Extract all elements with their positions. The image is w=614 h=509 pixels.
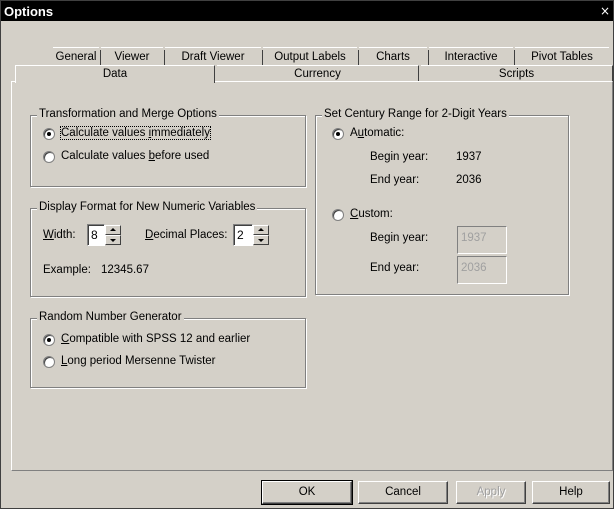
tab-scripts[interactable]: Scripts — [421, 65, 613, 81]
custom-begin-year-input[interactable]: 1937 — [457, 226, 507, 254]
options-dialog: Options × General Viewer Draft Viewer Ou… — [0, 0, 614, 509]
apply-button[interactable]: Apply — [456, 481, 526, 504]
close-icon[interactable]: × — [599, 4, 611, 18]
tab-draft-viewer[interactable]: Draft Viewer — [165, 47, 263, 67]
radio-label: Custom: — [350, 208, 393, 220]
group-title: Transformation and Merge Options — [37, 108, 219, 120]
tab-label: Interactive — [444, 51, 498, 63]
tab-label: Currency — [294, 68, 341, 80]
decimal-up-button[interactable] — [253, 225, 269, 235]
tab-currency[interactable]: Currency — [217, 65, 419, 81]
radio-indicator — [43, 128, 55, 140]
cancel-button[interactable]: Cancel — [358, 481, 448, 504]
width-label: Width: — [43, 229, 76, 241]
radio-indicator — [43, 334, 55, 346]
tab-pivot-tables[interactable]: Pivot Tables — [515, 47, 609, 67]
tab-label: General — [55, 51, 97, 63]
custom-begin-year-label: Begin year: — [370, 232, 429, 244]
end-year-label: End year: — [370, 174, 420, 186]
radio-label: Long period Mersenne Twister — [61, 355, 216, 367]
tab-label: Draft Viewer — [181, 51, 245, 63]
width-up-button[interactable] — [105, 225, 121, 235]
tab-label: Viewer — [114, 51, 150, 63]
decimal-places-label: Decimal Places: — [145, 229, 228, 241]
radio-label: Automatic: — [350, 127, 405, 139]
example-value: 12345.67 — [101, 264, 149, 276]
window-title: Options — [4, 4, 54, 19]
decimal-places-input[interactable]: 2 — [233, 224, 253, 246]
help-button[interactable]: Help — [532, 481, 610, 504]
random-number-group: Random Number Generator Compatible with … — [30, 311, 306, 388]
tab-label: Charts — [376, 51, 410, 63]
tab-label: Data — [102, 68, 128, 80]
radio-indicator — [43, 356, 55, 368]
tab-charts[interactable]: Charts — [359, 47, 429, 67]
tab-label: Output Labels — [274, 51, 346, 63]
group-title: Random Number Generator — [37, 311, 184, 323]
tab-viewer[interactable]: Viewer — [101, 47, 165, 67]
group-title: Display Format for New Numeric Variables — [37, 201, 258, 213]
radio-label: Calculate values immediately — [60, 126, 211, 140]
radio-label: Compatible with SPSS 12 and earlier — [61, 333, 251, 345]
custom-end-year-label: End year: — [370, 262, 420, 274]
width-input[interactable]: 8 — [87, 224, 105, 246]
tab-general[interactable]: General — [53, 47, 101, 67]
end-year-value: 2036 — [456, 174, 482, 186]
decimal-places-spinner[interactable]: 2 — [233, 224, 271, 246]
tab-interactive[interactable]: Interactive — [429, 47, 515, 67]
example-label: Example: — [43, 264, 91, 276]
tab-output-labels[interactable]: Output Labels — [263, 47, 359, 67]
group-title: Set Century Range for 2-Digit Years — [322, 108, 509, 120]
begin-year-value: 1937 — [456, 151, 482, 163]
custom-end-year-input[interactable]: 2036 — [457, 256, 507, 284]
ok-button[interactable]: OK — [261, 480, 353, 505]
display-format-group: Display Format for New Numeric Variables… — [30, 201, 306, 297]
width-spinner[interactable]: 8 — [87, 224, 123, 246]
tab-data[interactable]: Data — [15, 65, 215, 83]
radio-indicator — [43, 151, 55, 163]
radio-label: Calculate values before used — [61, 150, 210, 162]
width-down-button[interactable] — [105, 235, 121, 245]
begin-year-label: Begin year: — [370, 151, 429, 163]
tab-label: Pivot Tables — [531, 51, 593, 63]
century-range-group: Set Century Range for 2-Digit Years Auto… — [315, 108, 569, 295]
title-bar[interactable]: Options × — [1, 1, 613, 21]
radio-indicator — [332, 128, 344, 140]
radio-indicator — [332, 209, 344, 221]
transformation-group: Transformation and Merge Options Calcula… — [30, 108, 306, 187]
decimal-down-button[interactable] — [253, 235, 269, 245]
tab-label: Scripts — [498, 68, 535, 80]
